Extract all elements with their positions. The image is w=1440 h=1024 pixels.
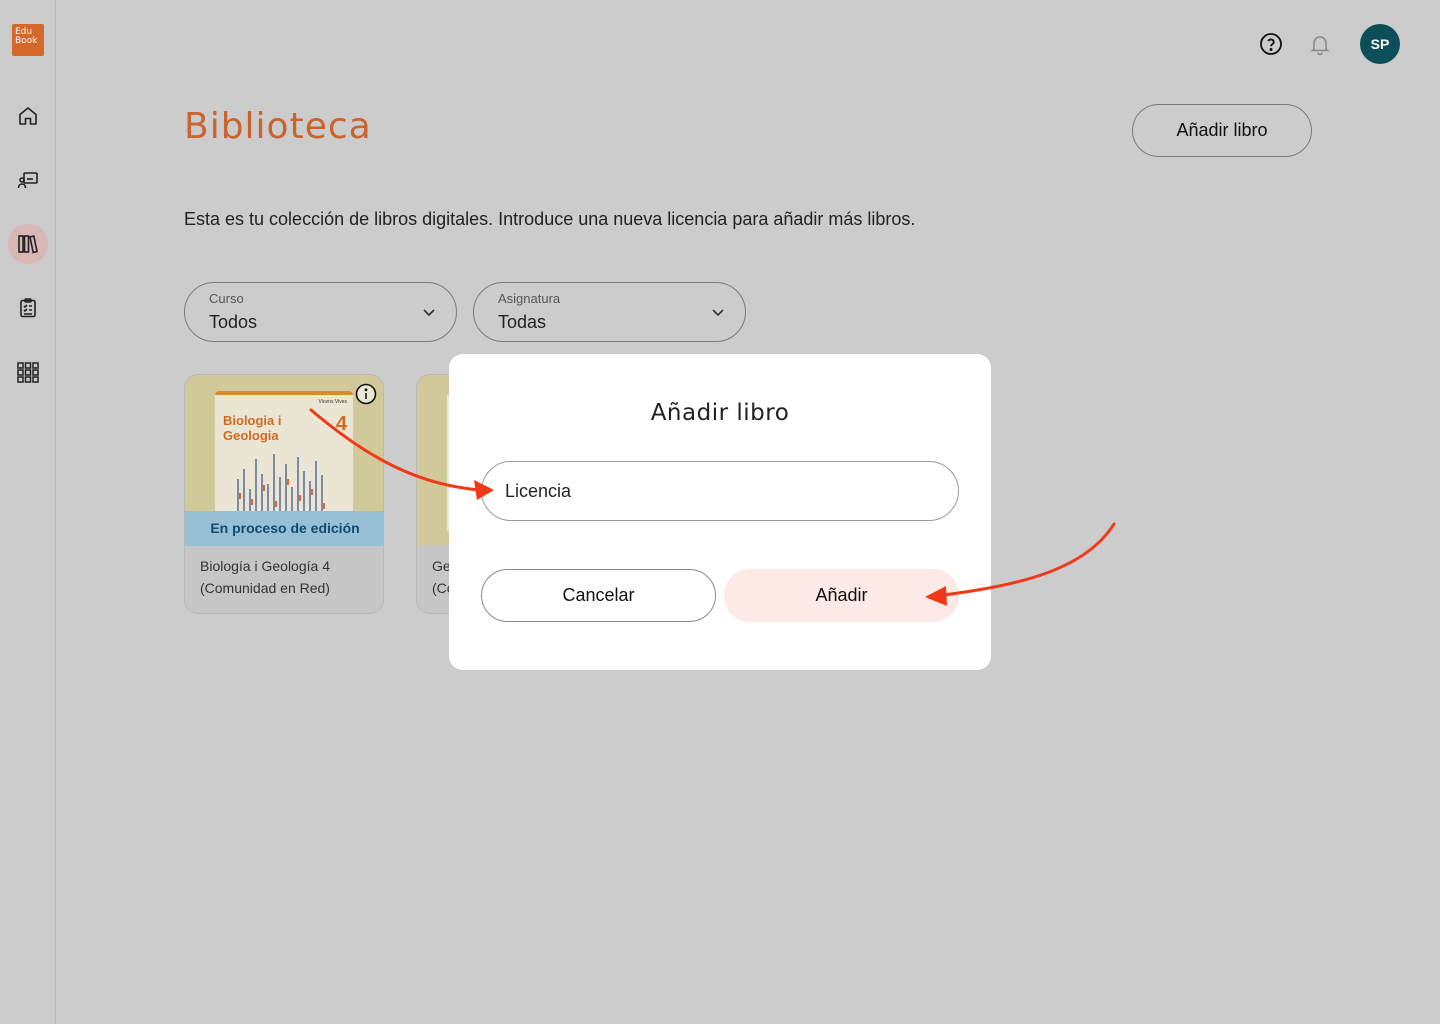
dialog-title: Añadir libro [650, 400, 790, 426]
cover-illustration [237, 454, 325, 517]
app-logo[interactable]: Edu Book [12, 24, 44, 56]
book-publisher: Vicens Vives [318, 399, 347, 405]
user-avatar[interactable]: SP [1360, 24, 1400, 64]
sidebar-item-apps[interactable] [8, 352, 48, 392]
cancel-button[interactable]: Cancelar [481, 569, 716, 622]
grid-icon [17, 362, 39, 383]
avatar-initials: SP [1370, 36, 1390, 52]
clipboard-icon [20, 298, 36, 318]
info-icon[interactable] [355, 383, 377, 405]
subject-select[interactable]: Asignatura Todas [473, 282, 746, 342]
status-badge: En proceso de edición [185, 511, 383, 546]
bell-icon [1310, 36, 1330, 56]
help-circle-icon [1260, 33, 1282, 55]
subject-select-value: Todas [498, 312, 547, 332]
presentation-icon [17, 172, 38, 189]
sidebar-item-tasks[interactable] [8, 288, 48, 328]
help-button[interactable] [1259, 32, 1283, 56]
book-cover-title-line: Geologia [223, 428, 279, 443]
book-name-line: (Comunidad en Red) [200, 580, 330, 596]
course-select[interactable]: Curso Todos [184, 282, 457, 342]
book-cover-title: Biologia i Geologia [223, 413, 282, 443]
book-cover-title-line: Biologia i [223, 413, 282, 428]
notifications-button[interactable] [1308, 32, 1332, 56]
home-icon [19, 107, 37, 125]
chevron-down-icon [423, 309, 435, 317]
chevron-down-icon [712, 309, 724, 317]
book-name: Biología i Geología 4 (Comunidad en Red) [200, 555, 375, 599]
sidebar-item-home[interactable] [8, 96, 48, 136]
page-intro: Esta es tu colección de libros digitales… [184, 209, 916, 229]
book-cover-number: 4 [335, 413, 347, 435]
book-cover: Vicens Vives Biologia i Geologia 4 En pr… [185, 375, 383, 546]
license-input[interactable] [481, 461, 959, 521]
course-select-label: Curso [209, 291, 244, 306]
course-select-value: Todos [209, 312, 258, 332]
book-name-line: Biología i Geología 4 [200, 558, 330, 574]
sidebar: Edu Book [0, 0, 56, 1024]
sidebar-item-library[interactable] [8, 224, 48, 264]
book-card[interactable]: Vicens Vives Biologia i Geologia 4 En pr… [184, 374, 384, 614]
book-cover-image: Vicens Vives Biologia i Geologia 4 [215, 391, 353, 531]
page-title: Biblioteca [184, 106, 372, 147]
add-book-button[interactable]: Añadir libro [1132, 104, 1312, 157]
confirm-add-button[interactable]: Añadir [724, 569, 959, 622]
sidebar-item-classes[interactable] [8, 160, 48, 200]
add-book-dialog: Añadir libro Cancelar Añadir [449, 354, 991, 670]
logo-text: Edu Book [15, 27, 38, 46]
books-icon [18, 235, 38, 254]
subject-select-label: Asignatura [498, 291, 561, 306]
